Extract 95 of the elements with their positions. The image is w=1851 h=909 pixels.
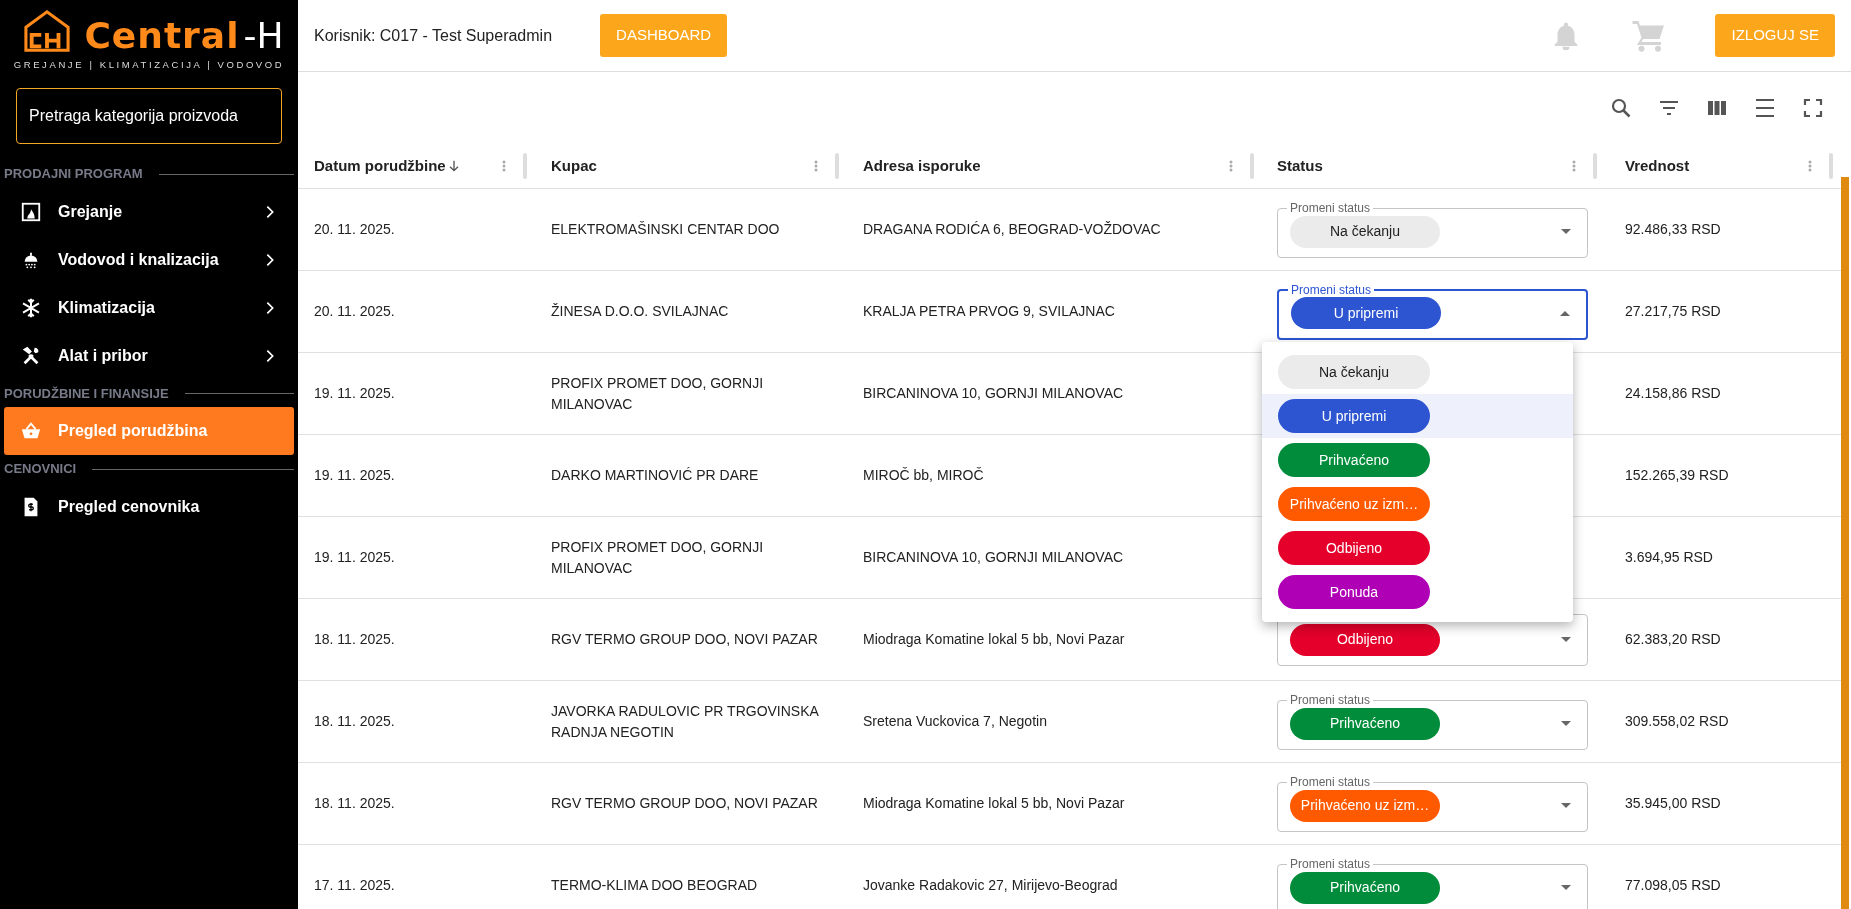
status-chip: Na čekanju [1278,355,1430,390]
status-option[interactable]: Prihvaćeno [1262,438,1573,483]
table-cell: PROFIX PROMET DOO, GORNJI MILANOVAC [551,538,764,576]
user-label: Korisnik: C017 - Test Superadmin [314,25,553,46]
table-cell: 77.098,05 RSD [1625,877,1721,893]
sidebar-item[interactable]: Alat i pribor [4,331,294,380]
status-select[interactable]: Promeni status Na čekanju [1277,201,1588,258]
sidebar-item[interactable]: Klimatizacija [4,283,294,332]
caret-down-icon [1561,885,1571,891]
caret-down-icon [1561,803,1571,809]
table-cell: Miodraga Komatine lokal 5 bb, Novi Pazar [863,795,1125,811]
status-option[interactable]: Odbijeno [1262,526,1573,571]
column-header[interactable]: Vrednost [1625,154,1690,178]
status-chip: Prihvaćeno [1290,871,1440,904]
scrollbar[interactable] [1841,177,1849,909]
table-cell: 309.558,02 RSD [1625,713,1729,729]
table-cell: Miodraga Komatine lokal 5 bb, Novi Pazar [863,631,1125,647]
status-chip: U pripremi [1291,297,1441,330]
field-label: Promeni status [1289,857,1372,872]
column-resize-handle[interactable] [1593,153,1597,179]
section-heading: PRODAJNI PROGRAM [4,165,143,184]
column-header[interactable]: Status [1277,154,1323,178]
caret-down-icon [1561,637,1571,642]
table-cell: 27.217,75 RSD [1625,303,1721,319]
table-cell: PROFIX PROMET DOO, GORNJI MILANOVAC [551,374,764,412]
sidebar-item[interactable]: Vodovod i knalizacija [4,235,294,284]
fireplace-icon [20,200,42,223]
table-cell: Sretena Vuckovica 7, Negotin [863,713,1047,729]
sidebar-item[interactable]: Grejanje [4,187,294,236]
logo-tagline: GREJANJE | KLIMATIZACIJA | VODOVOD [13,58,285,72]
field-label: Promeni status [1289,693,1372,708]
caret-down-icon [1561,721,1571,727]
column-resize-handle[interactable] [1250,153,1254,179]
status-chip: Odbijeno [1278,531,1430,566]
column-resize-handle[interactable] [1829,153,1833,179]
table-cell: RGV TERMO GROUP DOO, NOVI PAZAR [551,795,818,811]
table-cell: KRALJA PETRA PRVOG 9, SVILAJNAC [863,303,1115,319]
category-search-field[interactable]: Pretraga kategorija proizvoda [16,88,282,145]
status-chip: U pripremi [1278,399,1430,434]
status-select[interactable]: Promeni status Prihvaćeno [1277,857,1588,909]
logo-text-suffix: -H [243,18,284,54]
section-heading: PORUDŽBINE I FINANSIJE [4,384,169,403]
table-cell: 62.383,20 RSD [1625,631,1721,647]
table-cell: DARKO MARTINOVIĆ PR DARE [551,467,759,483]
status-chip: Na čekanju [1290,215,1440,248]
table-cell: BIRCANINOVA 10, GORNJI MILANOVAC [863,385,1124,401]
column-header[interactable]: Datum porudžbine [314,154,462,178]
table-cell: 19. 11. 2025. [314,467,395,483]
table-cell: DRAGANA RODIĆA 6, BEOGRAD-VOŽDOVAC [863,221,1161,237]
status-chip: Prihvaćeno [1278,443,1430,478]
status-select[interactable]: Promeni status Prihvaćeno uz izm… [1277,775,1588,832]
status-option[interactable]: U pripremi [1262,394,1573,439]
status-select[interactable]: Promeni status U pripremi [1277,282,1588,341]
table-cell: JAVORKA RADULOVIC PR TRGOVINSKA RADNJA NEGOTIN [551,702,819,740]
status-select[interactable]: Promeni status Prihvaćeno [1277,693,1588,750]
field-label: Promeni status [1289,201,1372,216]
column-header[interactable]: Adresa isporuke [863,154,981,178]
table-cell: 19. 11. 2025. [314,385,395,401]
table-cell: 19. 11. 2025. [314,549,395,565]
table-cell: ŽINESA D.O.O. SVILAJNAC [551,303,729,319]
table-cell: 35.945,00 RSD [1625,795,1721,811]
table-cell: 20. 11. 2025. [314,221,395,237]
column-resize-handle[interactable] [835,153,839,179]
column-resize-handle[interactable] [523,153,527,179]
table-cell: ELEKTROMAŠINSKI CENTAR DOO [551,221,780,237]
status-option[interactable]: Ponuda [1262,570,1573,615]
table-cell: 18. 11. 2025. [314,713,395,729]
field-label: Promeni status [1290,282,1373,298]
table-cell: BIRCANINOVA 10, GORNJI MILANOVAC [863,549,1124,565]
table-cell: 152.265,39 RSD [1625,467,1729,483]
logo-text: Central [84,18,240,54]
snowflake-icon [20,296,42,319]
status-chip: Prihvaćeno uz izm… [1278,487,1430,522]
table-cell: 18. 11. 2025. [314,631,395,647]
table-cell: Jovanke Radakovic 27, Mirijevo-Beograd [863,877,1118,893]
table-cell: 20. 11. 2025. [314,303,395,319]
field-label: Promeni status [1289,775,1372,790]
column-header[interactable]: Kupac [551,154,597,178]
status-option[interactable]: Na čekanju [1262,350,1573,395]
status-chip: Prihvaćeno [1290,707,1440,740]
table-cell: RGV TERMO GROUP DOO, NOVI PAZAR [551,631,818,647]
table-cell: MIROČ bb, MIROČ [863,467,984,483]
table-cell: 3.694,95 RSD [1625,549,1713,565]
status-chip: Odbijeno [1290,623,1440,656]
table-cell: TERMO-KLIMA DOO BEOGRAD [551,877,758,893]
status-chip: Prihvaćeno uz izm… [1290,789,1440,822]
caret-up-icon [1560,310,1570,316]
table-cell: 92.486,33 RSD [1625,221,1721,237]
table-cell: 18. 11. 2025. [314,795,395,811]
table-cell: 17. 11. 2025. [314,877,395,893]
caret-down-icon [1561,229,1571,235]
section-heading: CENOVNICI [4,460,77,479]
status-chip: Ponuda [1278,575,1430,610]
sidebar-item[interactable]: Pregled cenovnika [4,482,294,531]
table-cell: 24.158,86 RSD [1625,385,1721,401]
